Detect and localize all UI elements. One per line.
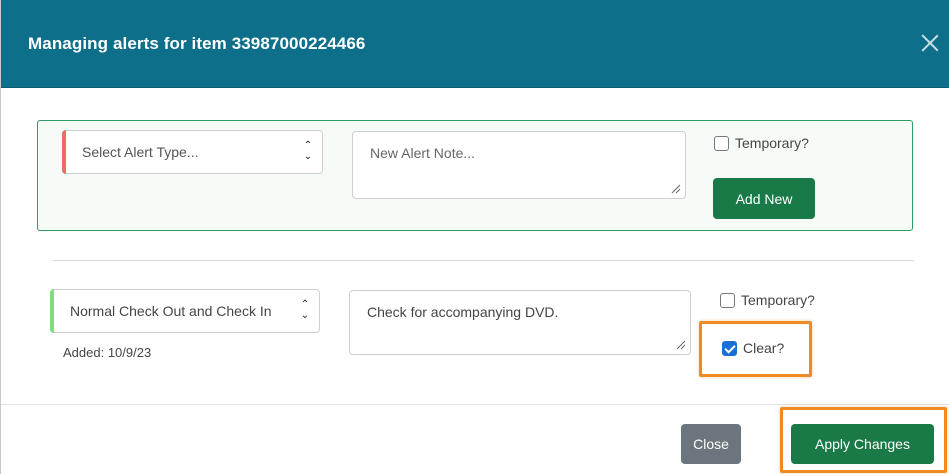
existing-alert-type-value: Normal Check Out and Check In xyxy=(70,303,272,319)
manage-alerts-dialog: Managing alerts for item 33987000224466 … xyxy=(0,0,949,474)
new-temporary-label: Temporary? xyxy=(735,135,809,151)
existing-alert-note-input[interactable]: Check for accompanying DVD. xyxy=(349,290,691,355)
new-alert-note-placeholder: New Alert Note... xyxy=(370,145,476,161)
add-new-button[interactable]: Add New xyxy=(713,178,815,219)
apply-highlight-box xyxy=(780,407,947,473)
existing-temporary-label: Temporary? xyxy=(741,292,815,308)
existing-temporary-checkbox[interactable] xyxy=(720,292,735,308)
select-arrows-icon: ⌃ ⌄ xyxy=(303,140,313,162)
resize-grip-icon[interactable] xyxy=(671,184,681,194)
alert-type-placeholder: Select Alert Type... xyxy=(82,144,199,160)
new-temporary-checkbox[interactable] xyxy=(714,135,729,151)
alert-added-date: Added: 10/9/23 xyxy=(63,345,152,360)
alert-type-select[interactable]: Select Alert Type... ⌃ ⌄ xyxy=(62,130,323,174)
new-alert-note-input[interactable]: New Alert Note... xyxy=(352,131,686,199)
section-divider xyxy=(53,260,914,261)
dialog-title: Managing alerts for item 33987000224466 xyxy=(28,34,366,53)
new-temporary-checkbox-row[interactable]: Temporary? xyxy=(714,135,809,151)
existing-alert-note-value: Check for accompanying DVD. xyxy=(367,304,559,320)
dialog-header: Managing alerts for item 33987000224466 xyxy=(1,0,949,88)
close-button[interactable]: Close xyxy=(681,424,741,464)
resize-grip-icon[interactable] xyxy=(676,340,686,350)
select-arrows-icon: ⌃ ⌄ xyxy=(300,299,310,321)
close-icon[interactable] xyxy=(919,32,941,54)
existing-alert-type-select[interactable]: Normal Check Out and Check In ⌃ ⌄ xyxy=(50,289,320,333)
clear-highlight-box xyxy=(699,321,812,377)
existing-temporary-checkbox-row[interactable]: Temporary? xyxy=(720,292,815,308)
alert-type-accent xyxy=(62,130,66,174)
footer-divider xyxy=(1,404,949,405)
existing-alert-type-accent xyxy=(50,289,54,333)
